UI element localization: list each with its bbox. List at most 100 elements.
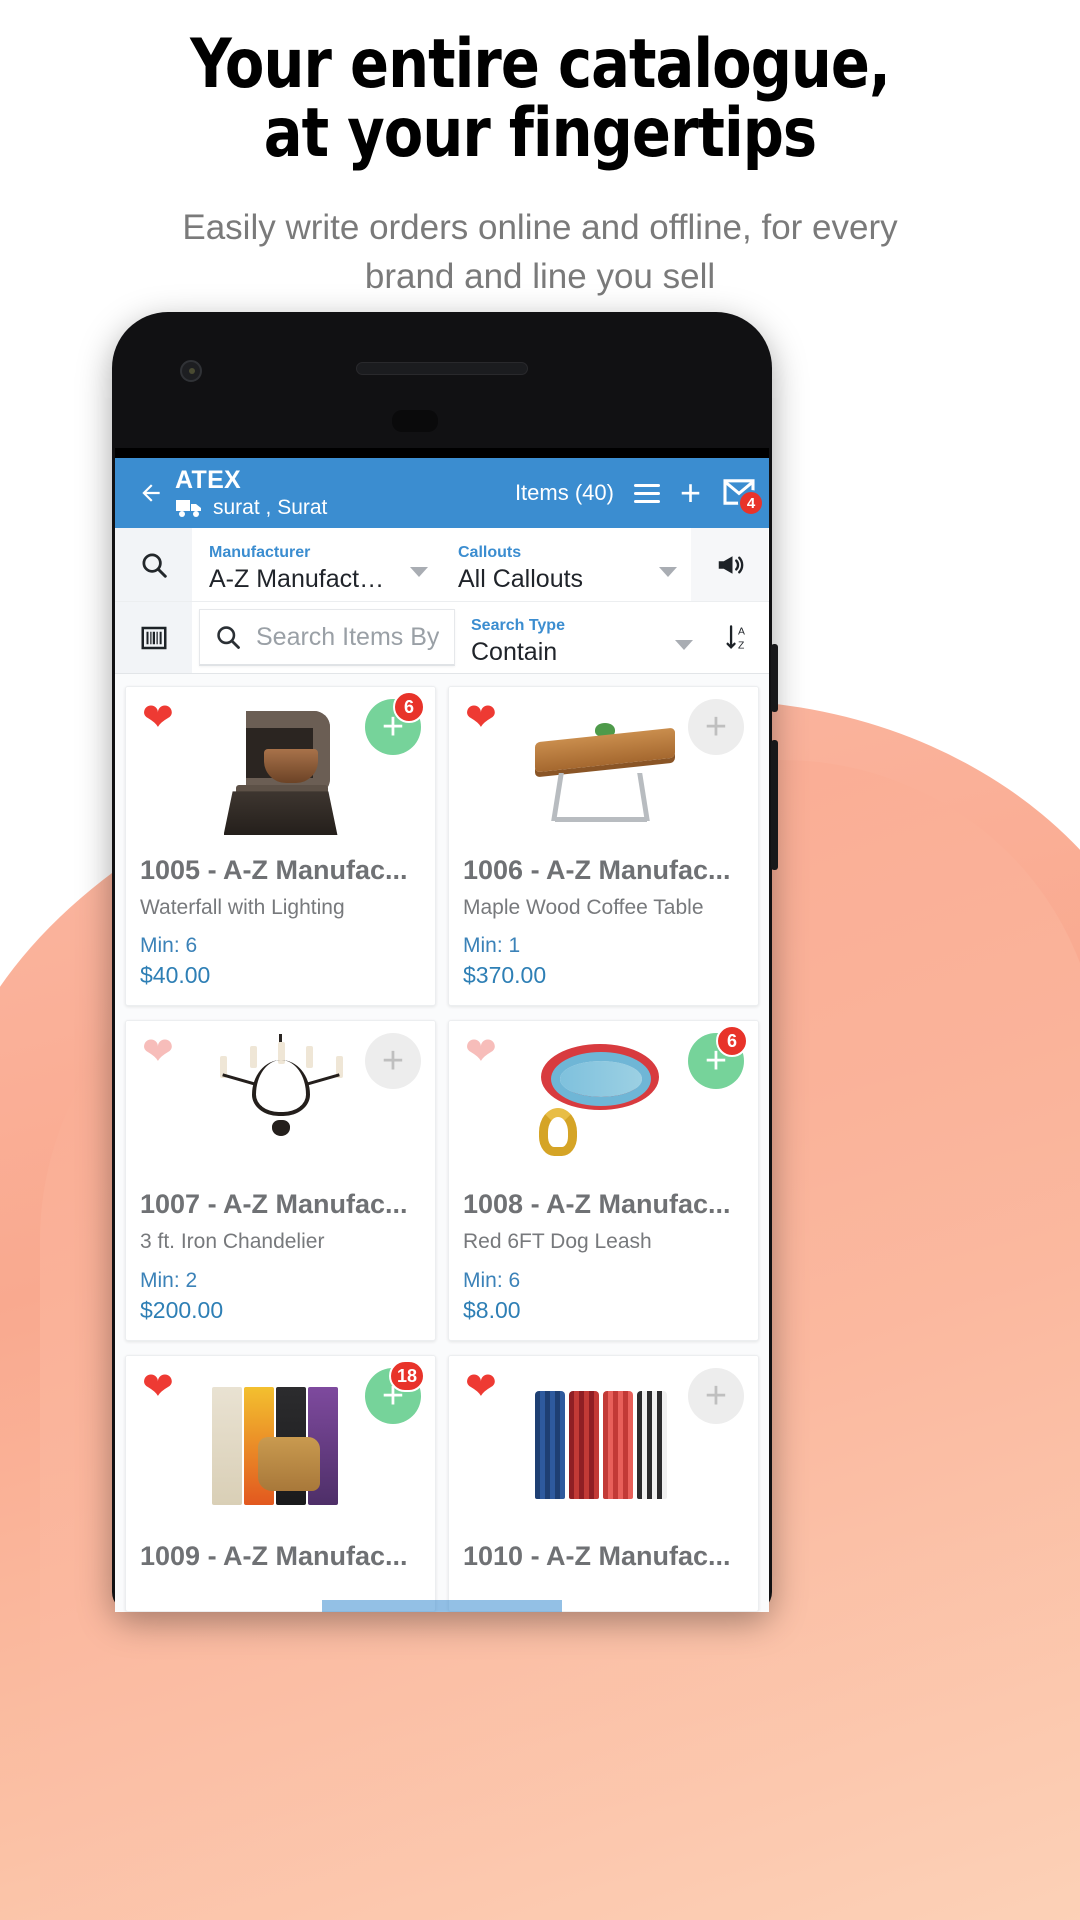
product-description: Maple Wood Coffee Table [463,896,704,920]
product-image: ❤ + [449,687,758,848]
mail-badge: 4 [738,490,764,516]
product-artwork [529,1377,679,1513]
callouts-value: All Callouts [458,565,584,594]
chevron-down-icon [675,639,693,650]
product-card[interactable]: ❤ + 1007 - A-Z Manufac... 3 ft. Iron Cha… [125,1020,436,1341]
product-price: $8.00 [463,1296,521,1323]
product-card[interactable]: ❤ + 6 1008 - A-Z Manufac... Red 6FT Dog … [448,1020,759,1341]
product-card[interactable]: ❤ + 1010 - A-Z Manufac... [448,1354,759,1612]
product-min-qty: Min: 6 [463,1268,521,1292]
mail-button[interactable]: 4 [721,478,764,516]
product-description: Waterfall with Lighting [140,896,345,920]
subhead-line-2: brand and line you sell [364,257,716,297]
favorite-icon[interactable]: ❤ [142,1368,174,1406]
search-icon [217,626,240,649]
product-image: ❤ + 18 [126,1355,435,1534]
product-min-qty: Min: 6 [140,934,198,958]
chevron-down-icon [659,566,677,577]
svg-text:Z: Z [738,640,745,651]
product-grid: ❤ + 6 1005 - A-Z Manufac... Waterfall wi… [115,674,769,1612]
quantity-badge: 18 [388,1359,425,1392]
product-info: 1007 - A-Z Manufac... 3 ft. Iron Chandel… [126,1182,435,1340]
favorite-icon[interactable]: ❤ [142,699,174,737]
search-type-dropdown[interactable]: Search Type Contain [455,602,707,673]
add-to-cart-button[interactable]: + 6 [365,691,425,755]
product-artwork [206,1377,356,1513]
add-item-button[interactable]: + [680,475,701,511]
product-title: 1008 - A-Z Manufac... [463,1189,731,1220]
product-price: $370.00 [463,962,547,989]
sort-az-icon: A Z [726,624,745,651]
product-title: 1005 - A-Z Manufac... [140,854,408,885]
bottom-action-bar[interactable] [322,1600,562,1612]
search-toggle-button[interactable] [115,528,193,601]
quantity-badge: 6 [393,691,425,723]
chevron-down-icon [410,566,428,577]
product-title: 1010 - A-Z Manufac... [463,1540,731,1571]
add-to-cart-button[interactable]: + 6 [688,1025,748,1090]
customer-row[interactable]: surat , Surat [175,496,515,519]
product-title: 1007 - A-Z Manufac... [140,1189,408,1220]
arrow-left-icon [142,484,160,502]
product-card[interactable]: ❤ + 18 1009 - A-Z Manufac... [125,1354,436,1612]
page-subtitle: Easily write orders online and offline, … [0,203,1080,302]
barcode-scan-button[interactable] [115,602,193,673]
search-type-value: Contain [471,638,558,667]
product-image: ❤ + 6 [126,687,435,848]
appbar-actions: Items (40) + 4 [515,475,764,516]
svg-text:A: A [738,626,745,637]
megaphone-icon [718,555,743,574]
product-card[interactable]: ❤ + 1006 - A-Z Manufac... Maple Wood Cof… [448,686,759,1007]
items-count[interactable]: Items (40) [515,480,614,506]
product-image: ❤ + [126,1021,435,1183]
search-input-placeholder: Search Items By [256,622,440,651]
product-title: 1006 - A-Z Manufac... [463,854,731,885]
add-to-cart-button[interactable]: + [688,699,744,755]
filter-section: Manufacturer A-Z Manufactur... Callouts … [115,528,769,674]
product-price: $200.00 [140,1296,224,1323]
favorite-icon[interactable]: ❤ [465,1033,497,1071]
hamburger-menu-icon[interactable] [633,479,660,508]
filter-row-1: Manufacturer A-Z Manufactur... Callouts … [115,528,769,602]
callouts-label: Callouts [458,543,522,561]
favorite-icon[interactable]: ❤ [142,1033,174,1071]
phone-screen: ATEX surat , Surat Items (40) + 4 Manufa… [115,448,769,1612]
search-input[interactable]: Search Items By [199,609,455,666]
back-button[interactable] [131,480,171,506]
subhead-line-1: Easily write orders online and offline, … [182,207,898,247]
product-artwork [529,699,679,835]
phone-mockup: ATEX surat , Surat Items (40) + 4 Manufa… [112,312,778,1612]
promo-screenshot: Your entire catalogue, at your fingertip… [0,0,1080,1920]
hero-section: Your entire catalogue, at your fingertip… [0,0,1080,302]
quantity-badge: 6 [716,1025,748,1058]
favorite-icon[interactable]: ❤ [465,1368,497,1406]
filter-row-2: Search Items By Search Type Contain A Z [115,602,769,674]
product-card[interactable]: ❤ + 6 1005 - A-Z Manufac... Waterfall wi… [125,686,436,1007]
favorite-icon[interactable]: ❤ [465,699,497,737]
customer-location: surat , Surat [213,496,328,520]
product-min-qty: Min: 1 [463,934,521,958]
product-description: 3 ft. Iron Chandelier [140,1230,325,1254]
product-min-qty: Min: 2 [140,1268,198,1292]
search-type-label: Search Type [471,616,565,634]
add-to-cart-button[interactable]: + [365,1033,421,1090]
product-artwork [529,1034,679,1170]
search-icon [142,553,167,578]
product-price: $40.00 [140,962,211,989]
announcements-button[interactable] [691,528,769,601]
product-info: 1008 - A-Z Manufac... Red 6FT Dog Leash … [449,1182,758,1340]
manufacturer-dropdown[interactable]: Manufacturer A-Z Manufactur... [193,528,442,601]
product-info: 1006 - A-Z Manufac... Maple Wood Coffee … [449,848,758,1006]
add-to-cart-button[interactable]: + [688,1367,744,1424]
add-to-cart-button[interactable]: + 18 [365,1359,425,1424]
callouts-dropdown[interactable]: Callouts All Callouts [442,528,691,601]
status-bar [115,448,769,458]
product-info: 1005 - A-Z Manufac... Waterfall with Lig… [126,848,435,1006]
product-image: ❤ + 6 [449,1021,758,1183]
front-camera-icon [180,360,202,382]
proximity-sensor [392,410,438,432]
app-bar: ATEX surat , Surat Items (40) + 4 [115,458,769,528]
product-artwork [206,1033,356,1170]
sort-button[interactable]: A Z [707,602,769,673]
earpiece-speaker [356,362,528,375]
